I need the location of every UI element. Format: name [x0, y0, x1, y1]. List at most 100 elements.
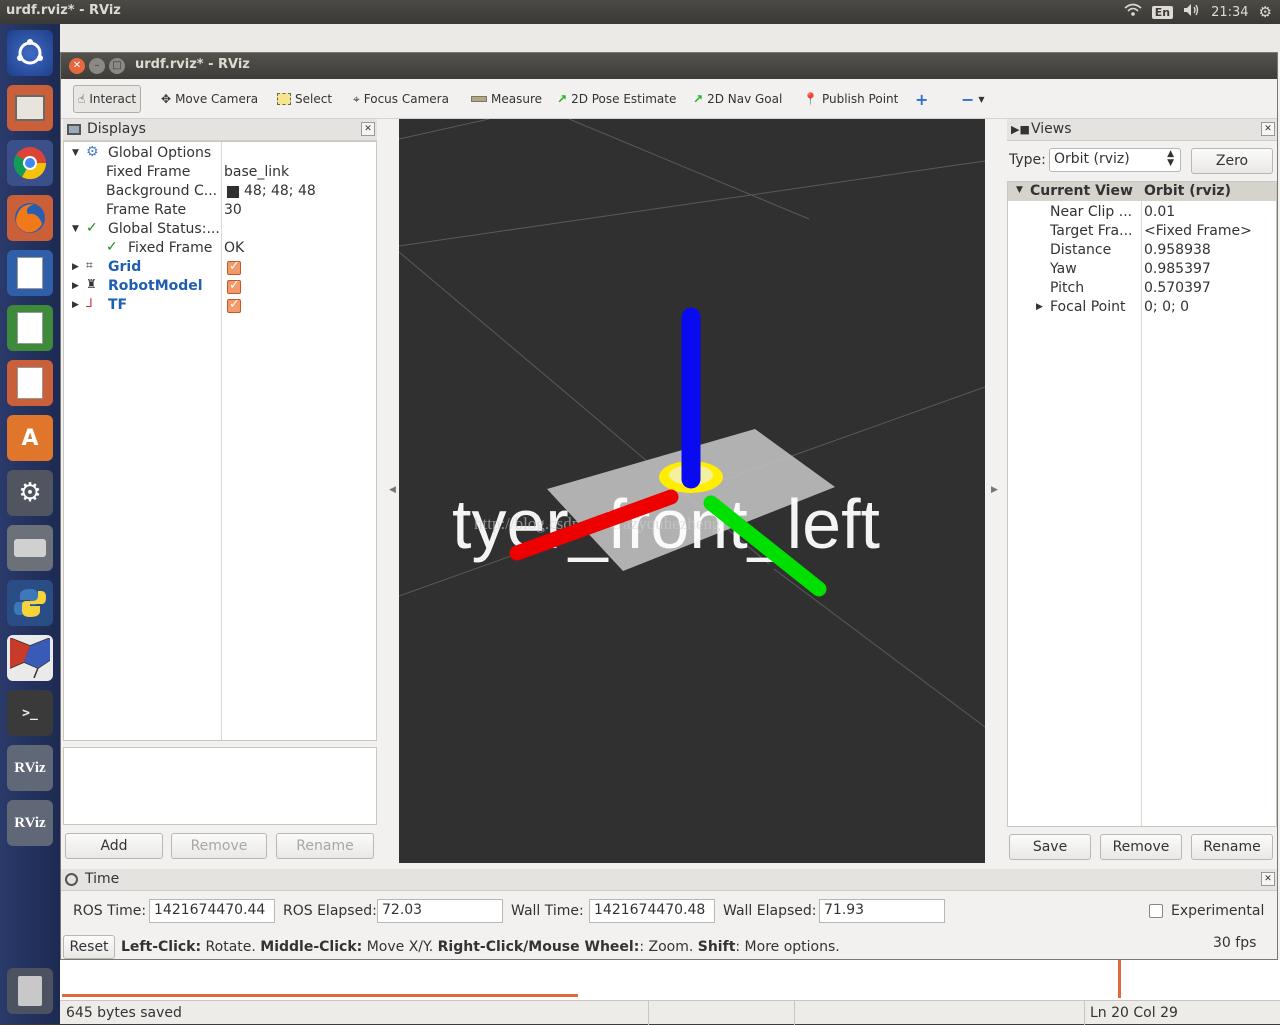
chevron-down-icon: ▼ — [978, 94, 985, 104]
close-window-button[interactable]: ✕ — [69, 58, 85, 74]
add-tool-button[interactable]: + — [911, 85, 932, 113]
2d-nav-goal-tool-button[interactable]: ↗ 2D Nav Goal — [689, 85, 786, 113]
expand-arrow-icon[interactable]: ▶ — [72, 281, 79, 291]
maximize-window-button[interactable]: □ — [109, 58, 125, 74]
status-line: Reset Left-Click: Rotate. Middle-Click: … — [61, 933, 1277, 959]
save-view-button[interactable]: Save — [1009, 834, 1091, 860]
wifi-icon[interactable] — [1124, 3, 1142, 21]
close-panel-button[interactable]: ✕ — [1261, 872, 1275, 886]
ubuntu-dash-icon[interactable] — [7, 30, 53, 76]
select-tool-button[interactable]: Select — [273, 85, 336, 113]
impress-icon[interactable] — [7, 360, 53, 406]
minus-icon: − — [961, 89, 975, 109]
experimental-checkbox[interactable] — [1149, 904, 1163, 918]
minimize-window-button[interactable]: – — [89, 58, 105, 74]
ros-elapsed-field[interactable]: 72.03 — [377, 899, 503, 923]
axes-icon: ⅃ — [86, 296, 93, 310]
publish-point-tool-button[interactable]: 📍 Publish Point — [799, 85, 902, 113]
rviz-window: ✕ – □ urdf.rviz* - RViz ☝ Interact ✥ Move … — [60, 52, 1278, 960]
close-panel-button[interactable]: ✕ — [1261, 122, 1275, 136]
wall-time-field[interactable]: 1421674470.48 — [589, 899, 715, 923]
expand-arrow-icon[interactable]: ▼ — [1016, 185, 1023, 195]
expand-arrow-icon[interactable]: ▼ — [72, 224, 79, 234]
wall-elapsed-label: Wall Elapsed: — [723, 903, 817, 919]
displays-panel-header: Displays ✕ — [63, 119, 377, 141]
clock[interactable]: 21:34 — [1211, 5, 1248, 20]
rviz-icon[interactable]: RViz — [7, 745, 53, 791]
background-editor-statusbar: 645 bytes saved Ln 20 Col 29 — [60, 1000, 1280, 1025]
view-row-yaw[interactable]: Yaw 0.985397 — [1008, 260, 1280, 279]
current-view-row[interactable]: ▼ Current View Orbit (rviz) — [1008, 182, 1276, 201]
remove-view-button[interactable]: Remove — [1100, 834, 1182, 860]
chrome-icon[interactable] — [7, 140, 53, 186]
collapse-right-panel-handle[interactable]: ▶ — [991, 485, 998, 495]
expand-arrow-icon[interactable]: ▶ — [72, 300, 79, 310]
tree-row-background-color[interactable]: Background C... 48; 48; 48 — [64, 182, 376, 201]
collapse-left-panel-handle[interactable]: ◀ — [389, 485, 396, 495]
view-row-pitch[interactable]: Pitch 0.570397 — [1008, 279, 1280, 298]
interact-tool-button[interactable]: ☝ Interact — [73, 85, 142, 113]
calc-icon[interactable] — [7, 305, 53, 351]
wall-elapsed-field[interactable]: 71.93 — [819, 899, 945, 923]
rviz-icon[interactable]: RViz — [7, 800, 53, 846]
measure-tool-button[interactable]: Measure — [467, 85, 546, 113]
gear-icon: ⚙ — [86, 144, 99, 160]
status-divider — [794, 1001, 795, 1025]
close-panel-button[interactable]: ✕ — [361, 122, 375, 136]
tree-row-fixed-frame-status[interactable]: ✓ Fixed Frame OK — [64, 239, 376, 258]
writer-icon[interactable] — [7, 250, 53, 296]
grid-enabled-checkbox[interactable] — [227, 259, 241, 275]
system-settings-icon[interactable]: ⚙ — [7, 470, 53, 516]
tree-row-robot-model[interactable]: ▶ ♜ RobotModel — [64, 277, 376, 296]
view-row-distance[interactable]: Distance 0.958938 — [1008, 241, 1280, 260]
view-row-focal-point[interactable]: ▶ Focal Point 0; 0; 0 — [1008, 298, 1280, 317]
software-center-icon[interactable]: A — [7, 415, 53, 461]
files-icon[interactable] — [7, 85, 53, 131]
remove-display-button[interactable]: Remove — [171, 833, 267, 859]
tree-row-tf[interactable]: ▶ ⅃ TF — [64, 296, 376, 315]
focus-camera-tool-button[interactable]: ⌖ Focus Camera — [349, 85, 453, 113]
disk-icon[interactable] — [7, 525, 53, 571]
2d-pose-estimate-tool-button[interactable]: ↗ 2D Pose Estimate — [553, 85, 680, 113]
expand-arrow-icon[interactable]: ▶ — [72, 262, 79, 272]
3d-render-viewport[interactable]: tyer_front_left http://blog.csdn.net/cra… — [399, 119, 985, 863]
view-row-near-clip[interactable]: Near Clip ... 0.01 — [1008, 203, 1280, 222]
rename-display-button[interactable]: Rename — [276, 833, 374, 859]
tf-enabled-checkbox[interactable] — [227, 297, 241, 313]
ruler-icon — [471, 96, 487, 102]
remove-tool-menu-button[interactable]: − ▼ — [957, 85, 989, 113]
ros-time-field[interactable]: 1421674470.44 — [149, 899, 275, 923]
reset-button[interactable]: Reset — [63, 935, 115, 959]
tree-row-grid[interactable]: ▶ ⌗ Grid — [64, 258, 376, 277]
rename-view-button[interactable]: Rename — [1191, 834, 1273, 860]
zero-view-button[interactable]: Zero — [1191, 148, 1273, 174]
tree-row-global-status[interactable]: ▼ ✓ Global Status:... — [64, 220, 376, 239]
voronoi-app-icon[interactable] — [7, 635, 53, 681]
window-titlebar[interactable]: ✕ – □ urdf.rviz* - RViz — [61, 53, 1277, 79]
views-panel-header: ▶■ Views ✕ — [1007, 119, 1277, 141]
tree-row-fixed-frame[interactable]: Fixed Frame base_link — [64, 163, 376, 182]
firefox-icon[interactable] — [7, 195, 53, 241]
python-icon[interactable] — [7, 580, 53, 626]
view-type-select[interactable]: Orbit (rviz) ▲ ▼ — [1049, 148, 1181, 172]
move-camera-tool-button[interactable]: ✥ Move Camera — [157, 85, 262, 113]
expand-arrow-icon[interactable]: ▶ — [1036, 302, 1043, 312]
view-row-target-frame[interactable]: Target Fra... <Fixed Frame> — [1008, 222, 1280, 241]
trash-icon[interactable] — [7, 968, 53, 1014]
tree-row-frame-rate[interactable]: Frame Rate 30 — [64, 201, 376, 220]
checkmark-icon: ✓ — [106, 239, 118, 255]
top-panel: urdf.rviz* - RViz En 21:34 ⚙ — [0, 0, 1280, 24]
terminal-icon[interactable]: >_ — [7, 690, 53, 736]
monitor-icon — [67, 123, 81, 139]
robot-model-enabled-checkbox[interactable] — [227, 278, 241, 294]
gear-icon[interactable]: ⚙ — [1259, 3, 1272, 21]
add-display-button[interactable]: Add — [65, 833, 163, 859]
color-swatch[interactable] — [227, 186, 239, 198]
volume-icon[interactable] — [1183, 3, 1201, 21]
expand-arrow-icon[interactable]: ▼ — [72, 148, 79, 158]
save-status: 645 bytes saved — [66, 1005, 182, 1021]
keyboard-layout-indicator[interactable]: En — [1151, 5, 1174, 19]
tree-row-global-options[interactable]: ▼ ⚙ Global Options — [64, 144, 376, 163]
crosshair-icon: ⌖ — [353, 91, 360, 106]
spinner-arrows-icon: ▲ ▼ — [1167, 149, 1174, 168]
